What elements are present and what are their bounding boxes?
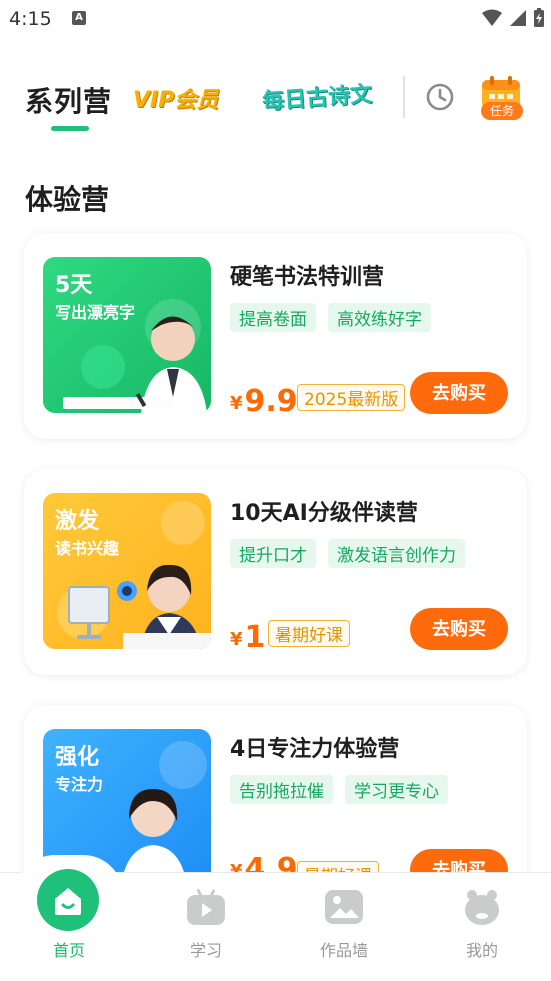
edition-badge: 2025最新版 (297, 384, 406, 411)
course-thumbnail: 激发 读书兴趣 (43, 493, 211, 649)
image-gallery-icon (325, 890, 363, 924)
tab-vip-member[interactable]: VIP会员 (133, 82, 218, 114)
buy-button[interactable]: 去购买 (410, 372, 508, 414)
nav-label: 我的 (465, 941, 498, 960)
nav-item-home[interactable]: 首页 (14, 869, 124, 973)
course-price: ¥ 9.9 (230, 384, 298, 419)
nav-item-profile[interactable]: 我的 (427, 873, 537, 973)
history-clock-icon[interactable] (425, 82, 455, 112)
nav-label: 作品墙 (319, 941, 368, 960)
tab-daily-poem[interactable]: 每日古诗文 (261, 76, 373, 116)
edition-badge: 暑期好课 (268, 620, 350, 647)
course-title: 硬笔书法特训营 (230, 265, 385, 290)
home-icon (37, 869, 99, 931)
wifi-icon (482, 9, 502, 26)
buy-button[interactable]: 去购买 (410, 608, 508, 650)
course-tag: 学习更专心 (345, 775, 448, 804)
currency-symbol: ¥ (230, 393, 243, 414)
thumbnail-subline: 专注力 (55, 775, 104, 794)
course-tags: 提升口才 激发语言创作力 (230, 539, 465, 568)
nav-item-study[interactable]: 学习 (151, 873, 261, 973)
thumbnail-headline: 强化 (55, 745, 100, 770)
course-thumbnail: 5天 写出漂亮字 (43, 257, 211, 413)
status-bar: 4:15 A (0, 0, 551, 38)
thumbnail-subline: 读书兴趣 (55, 539, 120, 558)
course-card[interactable]: 激发 读书兴趣 10天AI分级伴读营 提升口才 激发语言创作力 ¥ 1 暑期好课… (24, 469, 527, 675)
nav-item-works[interactable]: 作品墙 (289, 873, 399, 973)
battery-icon (534, 8, 544, 27)
top-nav: 系列营 VIP会员 每日古诗文 任务 (0, 70, 551, 140)
course-tags: 告别拖拉催 学习更专心 (230, 775, 448, 804)
task-label: 任务 (481, 102, 523, 120)
bottom-nav: 首页 学习 作品墙 我的 (0, 855, 551, 981)
course-tag: 提高卷面 (230, 303, 316, 332)
course-tag: 告别拖拉催 (230, 775, 333, 804)
course-card[interactable]: 5天 写出漂亮字 硬笔书法特训营 提高卷面 高效练好字 ¥ 9.9 2025最新… (24, 233, 527, 439)
thumbnail-headline: 5天 (55, 273, 93, 298)
section-title: 体验营 (25, 183, 110, 216)
signal-icon (510, 10, 526, 26)
course-price: ¥ 1 (230, 620, 265, 655)
tv-play-icon (187, 889, 225, 925)
profile-face-icon (465, 890, 499, 925)
course-tag: 提升口才 (230, 539, 316, 568)
nav-label: 首页 (52, 941, 85, 960)
price-amount: 1 (244, 620, 266, 655)
nav-divider (403, 76, 405, 118)
price-amount: 9.9 (244, 384, 298, 419)
nav-label: 学习 (189, 941, 222, 960)
active-tab-indicator (51, 126, 89, 131)
course-title: 10天AI分级伴读营 (230, 501, 418, 526)
course-tags: 提高卷面 高效练好字 (230, 303, 431, 332)
course-title: 4日专注力体验营 (230, 737, 400, 762)
thumbnail-subline: 写出漂亮字 (55, 303, 136, 322)
system-icons (481, 8, 545, 28)
notification-icon: A (72, 11, 86, 25)
course-tag: 高效练好字 (328, 303, 431, 332)
course-tag: 激发语言创作力 (328, 539, 465, 568)
status-time: 4:15 (9, 8, 52, 30)
tab-series-camp[interactable]: 系列营 (25, 80, 112, 120)
thumbnail-headline: 激发 (55, 509, 100, 534)
currency-symbol: ¥ (230, 629, 243, 650)
